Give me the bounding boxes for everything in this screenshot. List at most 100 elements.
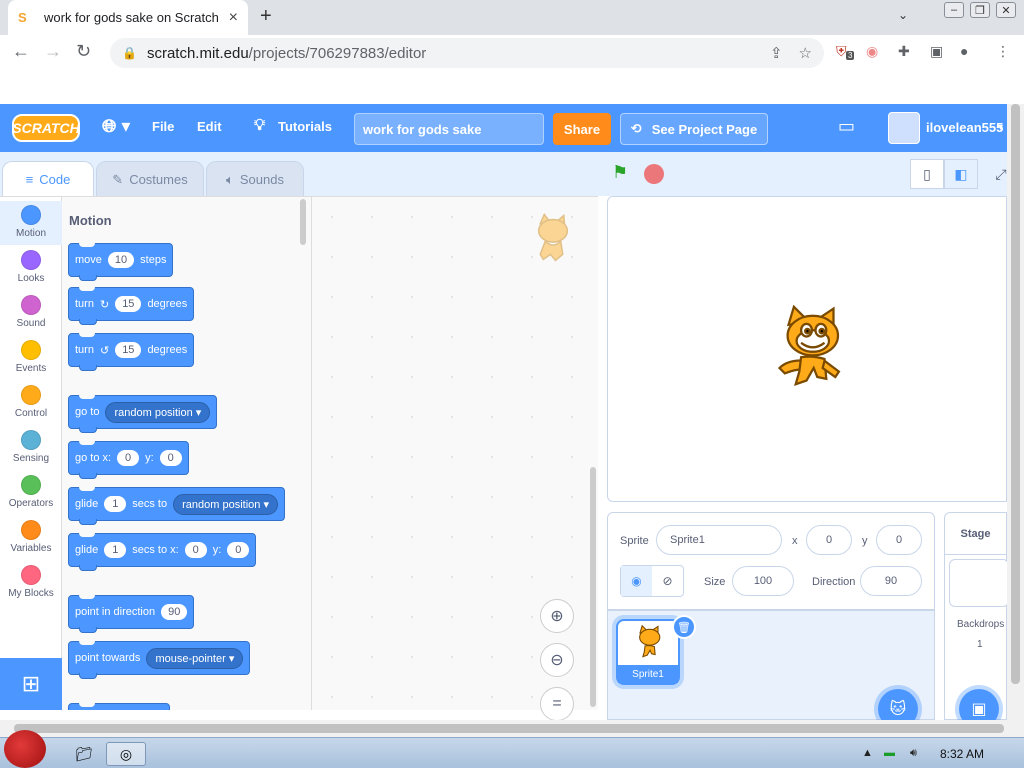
- block-turn-left[interactable]: turn ↺ 15 degrees: [68, 333, 195, 371]
- share-button[interactable]: Share: [553, 113, 611, 145]
- category-sensing[interactable]: Sensing: [0, 426, 62, 470]
- zoom-out-button[interactable]: ⊖: [540, 643, 574, 677]
- new-tab-button[interactable]: +: [260, 5, 272, 28]
- tab-code[interactable]: ≡ Code: [2, 161, 94, 197]
- stage-thumbnail[interactable]: [949, 559, 1009, 607]
- small-stage-button[interactable]: ▯: [910, 159, 944, 189]
- page-horizontal-scrollbar[interactable]: [0, 720, 1024, 737]
- code-workspace[interactable]: ⊕ ⊖ =: [312, 196, 598, 721]
- address-bar[interactable]: 🔒 scratch.mit.edu/projects/706297883/edi…: [110, 38, 824, 68]
- block-point-towards[interactable]: point towards mouse-pointer ▾: [68, 641, 251, 679]
- y-input[interactable]: 0: [876, 525, 922, 555]
- category-operators[interactable]: Operators: [0, 471, 62, 515]
- network-icon[interactable]: ▬: [884, 747, 895, 759]
- restore-button[interactable]: ❐: [970, 2, 990, 18]
- tray-arrow-icon[interactable]: ▲: [862, 747, 873, 759]
- category-looks[interactable]: Looks: [0, 246, 62, 290]
- block-dropdown[interactable]: mouse-pointer ▾: [146, 647, 244, 669]
- close-window-button[interactable]: ✕: [996, 2, 1016, 18]
- workspace-scrollbar[interactable]: [590, 467, 596, 707]
- profile-icon[interactable]: ●: [960, 43, 968, 59]
- username[interactable]: ilovelean555: [926, 120, 1003, 135]
- file-explorer-icon[interactable]: 📁︎: [64, 742, 104, 766]
- account-chevron-icon[interactable]: ▾: [998, 122, 1003, 133]
- show-eye-icon[interactable]: ◉: [621, 566, 652, 596]
- category-variables[interactable]: Variables: [0, 516, 62, 560]
- tab-sounds[interactable]: 🔈︎ Sounds: [206, 161, 304, 197]
- block-input[interactable]: 1: [104, 542, 127, 558]
- block-move-steps[interactable]: move 10 steps: [68, 243, 174, 281]
- delete-sprite-icon[interactable]: 🗑︎: [672, 615, 696, 639]
- block-go-to-xy[interactable]: go to x: 0 y: 0: [68, 441, 189, 479]
- stage-canvas[interactable]: [607, 196, 1007, 502]
- tab-search-chevron-icon[interactable]: ⌄: [898, 8, 908, 22]
- block-dropdown[interactable]: random position ▾: [105, 401, 211, 423]
- forward-icon[interactable]: →: [44, 41, 62, 62]
- block-input[interactable]: 0: [117, 450, 140, 466]
- block-input[interactable]: 10: [107, 252, 135, 268]
- cat-sprite[interactable]: [768, 305, 854, 395]
- stop-icon[interactable]: [644, 164, 664, 184]
- block-point-in-direction[interactable]: point in direction 90: [68, 595, 195, 633]
- block-dropdown[interactable]: random position ▾: [173, 493, 278, 515]
- block-input[interactable]: 0: [227, 542, 250, 558]
- block-input[interactable]: 0: [159, 450, 182, 466]
- block-glide-to[interactable]: glide 1 secs to random position ▾: [68, 487, 285, 525]
- green-flag-icon[interactable]: ⚑: [612, 162, 628, 183]
- hide-eye-icon[interactable]: ⊘: [652, 566, 683, 596]
- block-input[interactable]: 1: [104, 496, 127, 512]
- see-project-page-button[interactable]: ⟲ See Project Page: [620, 113, 768, 145]
- project-title-input[interactable]: work for gods sake: [354, 113, 544, 145]
- back-icon[interactable]: ←: [12, 41, 30, 62]
- my-stuff-folder-icon[interactable]: ▭: [838, 116, 855, 137]
- palette-scrollbar[interactable]: [300, 199, 306, 245]
- browser-tab[interactable]: S work for gods sake on Scratch ×: [8, 0, 248, 35]
- category-motion[interactable]: Motion: [0, 201, 62, 245]
- block-glide-xy[interactable]: glide 1 secs to x: 0 y: 0: [68, 533, 257, 571]
- side-panel-icon[interactable]: ▣: [930, 43, 943, 60]
- category-events[interactable]: Events: [0, 336, 62, 380]
- zoom-in-button[interactable]: ⊕: [540, 599, 574, 633]
- block-turn-right[interactable]: turn ↻ 15 degrees: [68, 287, 195, 325]
- extensions-puzzle-icon[interactable]: ✚: [898, 43, 910, 60]
- tab-costumes[interactable]: ✎ Costumes: [96, 161, 204, 197]
- block-input[interactable]: 15: [115, 342, 142, 358]
- share-page-icon[interactable]: ⇪: [770, 44, 783, 62]
- stage-selector[interactable]: Stage Backdrops 1 ▣: [944, 512, 1009, 729]
- edit-menu[interactable]: Edit: [197, 119, 222, 134]
- minimize-button[interactable]: –: [944, 2, 964, 18]
- tutorials-button[interactable]: Tutorials: [278, 119, 332, 134]
- tab-close-icon[interactable]: ×: [229, 9, 238, 27]
- clock[interactable]: 8:32 AM: [940, 747, 984, 761]
- sprite-tile[interactable]: 🗑︎ Sprite1: [616, 615, 696, 685]
- category-sound[interactable]: Sound: [0, 291, 62, 335]
- start-button[interactable]: [4, 730, 46, 768]
- sprite-name-input[interactable]: Sprite1: [656, 525, 782, 555]
- lock-icon: 🔒: [122, 46, 137, 60]
- category-control[interactable]: Control: [0, 381, 62, 425]
- menu-dots-icon[interactable]: ⋮: [996, 43, 1010, 60]
- block-go-to[interactable]: go to random position ▾: [68, 395, 218, 433]
- size-input[interactable]: 100: [732, 566, 794, 596]
- block-partial[interactable]: [68, 703, 170, 710]
- category-my-blocks[interactable]: My Blocks: [0, 561, 62, 605]
- file-menu[interactable]: File: [152, 119, 174, 134]
- scratch-logo[interactable]: SCRATCH: [12, 114, 80, 142]
- add-extension-button[interactable]: ⊞: [0, 658, 62, 710]
- direction-input[interactable]: 90: [860, 566, 922, 596]
- x-input[interactable]: 0: [806, 525, 852, 555]
- block-input[interactable]: 15: [115, 296, 142, 312]
- chrome-icon[interactable]: ◎: [106, 742, 146, 766]
- normal-stage-button[interactable]: ◧: [944, 159, 978, 189]
- zoom-reset-button[interactable]: =: [540, 687, 574, 721]
- page-vertical-scrollbar[interactable]: [1007, 104, 1024, 720]
- language-globe-icon[interactable]: 🌐︎ ▾: [102, 116, 130, 137]
- extension-flag-icon[interactable]: ◉: [866, 43, 878, 60]
- extension-shield-icon[interactable]: ⛨: [836, 43, 847, 60]
- block-input[interactable]: 90: [161, 604, 188, 620]
- volume-icon[interactable]: 🔊︎: [910, 747, 917, 760]
- block-input[interactable]: 0: [184, 542, 207, 558]
- bookmark-star-icon[interactable]: ☆: [799, 44, 812, 62]
- avatar[interactable]: [888, 112, 920, 144]
- reload-icon[interactable]: ↻: [76, 41, 91, 62]
